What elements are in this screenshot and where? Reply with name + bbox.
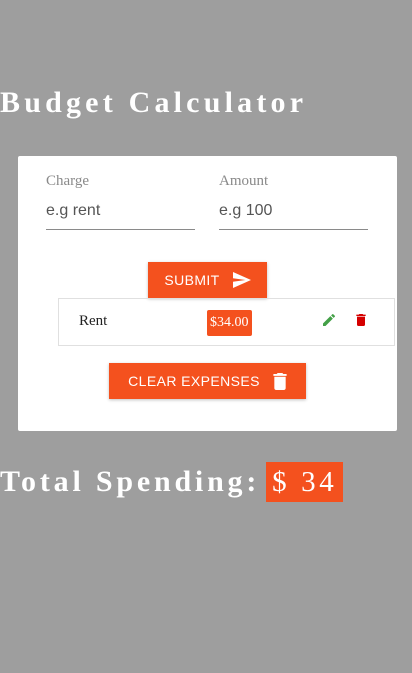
amount-label: Amount	[219, 173, 269, 189]
delete-expense-button[interactable]	[353, 312, 369, 333]
charge-field: Charge	[46, 172, 195, 230]
edit-expense-button[interactable]	[321, 312, 337, 333]
pencil-icon	[323, 313, 336, 326]
clear-expenses-label: CLEAR EXPENSES	[128, 373, 260, 389]
expense-amount-badge: $34.00	[207, 310, 252, 336]
total-label: Total Spending:	[0, 465, 261, 498]
expense-item: Rent $34.00	[58, 298, 395, 346]
amount-input[interactable]	[219, 202, 368, 230]
send-icon	[232, 272, 251, 288]
expense-name: Rent	[79, 313, 108, 329]
submit-label: SUBMIT	[164, 272, 220, 288]
charge-label: Charge	[46, 173, 90, 189]
trash-icon	[273, 372, 287, 390]
total-amount-badge: $ 34	[266, 462, 344, 502]
trash-icon	[356, 314, 366, 326]
amount-field: Amount	[219, 172, 368, 230]
expense-form-card: Charge Amount SUBMIT Rent $34.00 CLEAR E…	[18, 156, 397, 431]
app-title: Budget Calculator	[0, 86, 308, 119]
total-spending: Total Spending: $ 34	[0, 462, 344, 502]
charge-input[interactable]	[46, 202, 195, 230]
clear-expenses-button[interactable]: CLEAR EXPENSES	[109, 363, 306, 399]
submit-button[interactable]: SUBMIT	[148, 262, 267, 298]
